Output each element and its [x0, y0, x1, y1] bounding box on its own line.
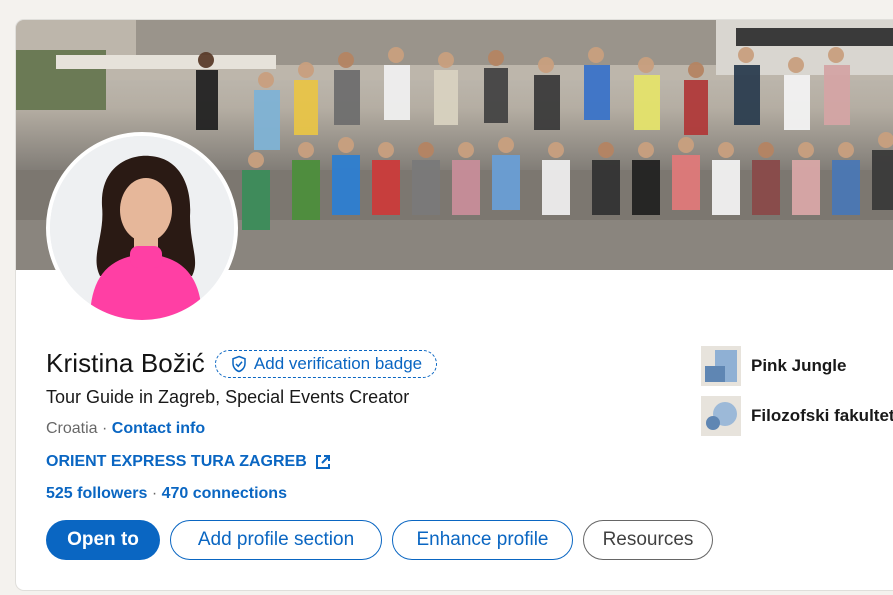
- enhance-profile-button[interactable]: Enhance profile: [392, 520, 573, 560]
- experience-summary: Pink Jungle Filozofski fakultet: [701, 346, 893, 446]
- network-stats: 525 followers · 470 connections: [46, 485, 287, 503]
- open-to-button[interactable]: Open to: [46, 520, 160, 560]
- name-row: Kristina Božić Add verification badge: [46, 348, 438, 379]
- connections-link[interactable]: 470 connections: [162, 485, 287, 502]
- add-verification-badge-button[interactable]: Add verification badge: [214, 349, 438, 378]
- company-item[interactable]: Pink Jungle: [701, 346, 893, 386]
- school-logo-icon: [701, 396, 741, 436]
- add-profile-section-button[interactable]: Add profile section: [170, 520, 382, 560]
- profile-headline: Tour Guide in Zagreb, Special Events Cre…: [46, 387, 410, 407]
- resources-button[interactable]: Resources: [583, 520, 713, 560]
- profile-actions: Open to Add profile section Enhance prof…: [46, 520, 723, 560]
- location-separator: ·: [97, 420, 112, 437]
- company-logo-icon: [701, 346, 741, 386]
- followers-link[interactable]: 525 followers: [46, 485, 147, 502]
- verify-label: Add verification badge: [253, 353, 423, 373]
- company-name: Pink Jungle: [751, 356, 847, 375]
- profile-avatar[interactable]: [46, 132, 238, 324]
- location-row: Croatia · Contact info: [46, 420, 205, 438]
- shield-check-icon: [232, 355, 246, 372]
- school-name: Filozofski fakultet: [751, 406, 893, 425]
- school-item[interactable]: Filozofski fakultet: [701, 396, 893, 436]
- stats-separator: ·: [147, 485, 162, 502]
- profile-name: Kristina Božić: [46, 348, 205, 378]
- contact-info-link[interactable]: Contact info: [112, 420, 205, 437]
- profile-photo-image: [50, 136, 234, 320]
- location-text: Croatia: [46, 420, 98, 437]
- company-link-label: ORIENT EXPRESS TURA ZAGREB: [46, 453, 307, 470]
- profile-card: Kristina Božić Add verification badge To…: [16, 20, 893, 590]
- external-link-icon: [315, 455, 330, 469]
- company-website-link[interactable]: ORIENT EXPRESS TURA ZAGREB: [46, 453, 331, 471]
